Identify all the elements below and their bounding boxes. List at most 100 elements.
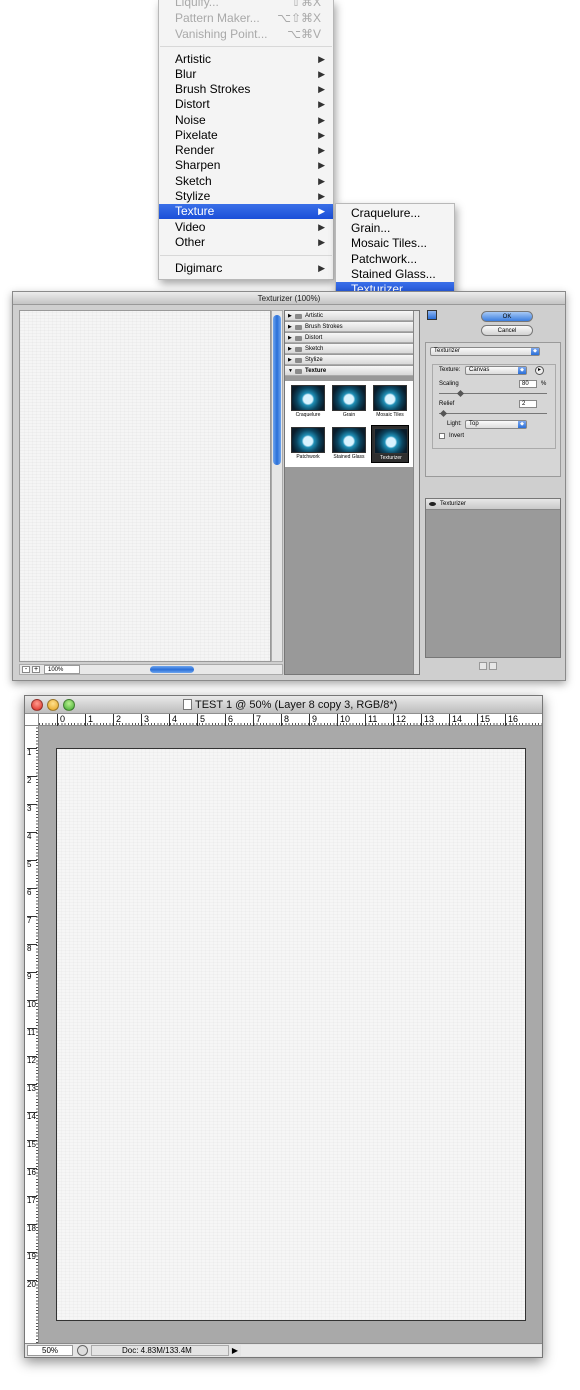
texture-menu-icon[interactable]: ▸ bbox=[535, 366, 544, 375]
cancel-button[interactable]: Cancel bbox=[481, 325, 533, 336]
thumb-grain[interactable]: Grain bbox=[330, 383, 368, 421]
thumb-craquelure[interactable]: Craquelure bbox=[289, 383, 327, 421]
menu-item-texture[interactable]: Texture ▶ bbox=[159, 204, 333, 219]
menu-item-other[interactable]: Other ▶ bbox=[159, 235, 333, 250]
category-brush-strokes[interactable]: ▶ Brush Strokes bbox=[285, 322, 413, 332]
expand-triangle-icon: ▶ bbox=[288, 335, 292, 341]
menu-item-distort[interactable]: Distort ▶ bbox=[159, 97, 333, 112]
texture-label: Texture: bbox=[439, 367, 461, 373]
chevron-down-icon: ◆ bbox=[518, 367, 526, 374]
relief-slider-track[interactable] bbox=[439, 413, 547, 414]
vertical-ruler[interactable]: 1 2 3 4 5 6 7 8 9 10 11 12 13 14 15 16 1… bbox=[25, 726, 39, 1343]
zoom-window-button[interactable] bbox=[63, 699, 75, 711]
ruler-label: 1 bbox=[85, 714, 93, 726]
scroll-thumb[interactable] bbox=[273, 315, 281, 465]
menu-item-artistic[interactable]: Artistic ▶ bbox=[159, 52, 333, 67]
menu-item-sketch[interactable]: Sketch ▶ bbox=[159, 174, 333, 189]
zoom-level-field[interactable]: 50% bbox=[27, 1345, 73, 1356]
document-window: TEST 1 @ 50% (Layer 8 copy 3, RGB/8*) 0 … bbox=[24, 695, 543, 1358]
minimize-window-button[interactable] bbox=[47, 699, 59, 711]
menu-item-brush-strokes[interactable]: Brush Strokes ▶ bbox=[159, 82, 333, 97]
scaling-slider-knob[interactable] bbox=[456, 389, 465, 398]
preview-zoom-field[interactable]: 100% bbox=[44, 665, 80, 674]
thumb-mosaic-tiles[interactable]: Mosaic Tiles bbox=[371, 383, 409, 421]
close-window-button[interactable] bbox=[31, 699, 43, 711]
scaling-slider-track[interactable] bbox=[439, 393, 547, 394]
collapse-gallery-button[interactable] bbox=[427, 310, 437, 320]
menu-item-label: Digimarc bbox=[175, 261, 223, 275]
menu-separator bbox=[160, 46, 332, 47]
category-texture[interactable]: ▼ Texture bbox=[285, 366, 413, 376]
category-sketch[interactable]: ▶ Sketch bbox=[285, 344, 413, 354]
effect-layers-list: Texturizer bbox=[425, 498, 561, 658]
preview-vertical-scrollbar[interactable] bbox=[271, 310, 283, 662]
submenu-item-grain[interactable]: Grain... bbox=[336, 221, 454, 236]
ruler-label: 14 bbox=[27, 1112, 37, 1121]
ruler-label: 12 bbox=[27, 1056, 37, 1065]
status-menu-arrow-icon[interactable]: ▶ bbox=[230, 1345, 240, 1356]
folder-icon bbox=[295, 336, 302, 341]
texture-select[interactable]: Canvas ◆ bbox=[465, 366, 527, 375]
thumb-texturizer[interactable]: Texturizer bbox=[371, 425, 409, 463]
submenu-item-patchwork[interactable]: Patchwork... bbox=[336, 252, 454, 267]
thumb-patchwork[interactable]: Patchwork bbox=[289, 425, 327, 463]
category-distort[interactable]: ▶ Distort bbox=[285, 333, 413, 343]
status-info-icon[interactable] bbox=[77, 1345, 88, 1356]
menu-item-render[interactable]: Render ▶ bbox=[159, 143, 333, 158]
status-bar: 50% Doc: 4.83M/133.4M ▶ bbox=[25, 1343, 542, 1357]
menu-item-noise[interactable]: Noise ▶ bbox=[159, 113, 333, 128]
horizontal-ruler[interactable]: 0 1 2 3 4 5 6 7 8 9 10 11 12 13 14 15 16 bbox=[39, 714, 542, 726]
document-file-icon bbox=[183, 699, 192, 710]
relief-input[interactable]: 2 bbox=[519, 400, 537, 408]
category-stylize[interactable]: ▶ Stylize bbox=[285, 355, 413, 365]
preview-horizontal-scroll-thumb[interactable] bbox=[150, 666, 194, 673]
ruler-origin[interactable] bbox=[25, 714, 39, 726]
effect-layer-row[interactable]: Texturizer bbox=[426, 499, 560, 510]
zoom-in-button[interactable]: + bbox=[32, 666, 40, 673]
light-select[interactable]: Top ◆ bbox=[465, 420, 527, 429]
delete-effect-layer-button[interactable] bbox=[489, 662, 497, 670]
browser-scrollbar[interactable] bbox=[413, 311, 419, 674]
menu-item-stylize[interactable]: Stylize ▶ bbox=[159, 189, 333, 204]
ruler-label: 10 bbox=[337, 714, 350, 726]
submenu-item-stained-glass[interactable]: Stained Glass... bbox=[336, 267, 454, 282]
document-horizontal-scrollbar[interactable] bbox=[241, 1345, 541, 1356]
thumbnail-label: Grain bbox=[342, 412, 356, 418]
thumbnail-label: Mosaic Tiles bbox=[376, 412, 404, 418]
menu-shortcut: ⌥⇧⌘X bbox=[277, 11, 321, 25]
light-select-value: Top bbox=[469, 421, 479, 427]
menu-item-label: Noise bbox=[175, 113, 206, 127]
submenu-item-mosaic-tiles[interactable]: Mosaic Tiles... bbox=[336, 236, 454, 251]
ok-button[interactable]: OK bbox=[481, 311, 533, 322]
document-title-bar[interactable]: TEST 1 @ 50% (Layer 8 copy 3, RGB/8*) bbox=[25, 696, 542, 714]
invert-checkbox[interactable] bbox=[439, 433, 445, 439]
expand-triangle-icon: ▶ bbox=[288, 357, 292, 363]
menu-item-blur[interactable]: Blur ▶ bbox=[159, 67, 333, 82]
thumb-stained-glass[interactable]: Stained Glass bbox=[330, 425, 368, 463]
document-canvas[interactable] bbox=[56, 748, 526, 1321]
filter-preview[interactable] bbox=[19, 310, 271, 662]
filter-select[interactable]: Texturizer ◆ bbox=[430, 347, 540, 356]
submenu-arrow-icon: ▶ bbox=[318, 263, 325, 273]
menu-shortcut: ⌥⌘V bbox=[287, 27, 321, 41]
submenu-item-craquelure[interactable]: Craquelure... bbox=[336, 206, 454, 221]
category-label: Artistic bbox=[305, 313, 323, 319]
category-label: Stylize bbox=[305, 357, 323, 363]
category-label: Texture bbox=[305, 368, 327, 374]
texturizer-dialog: Texturizer (100%) - + 100% ▶ Artistic ▶ Br… bbox=[12, 291, 566, 681]
zoom-out-button[interactable]: - bbox=[22, 666, 30, 673]
menu-item-video[interactable]: Video ▶ bbox=[159, 220, 333, 235]
menu-item-sharpen[interactable]: Sharpen ▶ bbox=[159, 158, 333, 173]
ruler-label: 7 bbox=[253, 714, 261, 726]
new-effect-layer-button[interactable] bbox=[479, 662, 487, 670]
folder-open-icon bbox=[295, 369, 302, 374]
scaling-input[interactable]: 80 bbox=[519, 380, 537, 388]
menu-item-pixelate[interactable]: Pixelate ▶ bbox=[159, 128, 333, 143]
category-artistic[interactable]: ▶ Artistic bbox=[285, 311, 413, 321]
relief-slider-knob[interactable] bbox=[439, 409, 448, 418]
menu-item-digimarc[interactable]: Digimarc ▶ bbox=[159, 261, 333, 276]
submenu-arrow-icon: ▶ bbox=[318, 69, 325, 79]
menu-item-label: Other bbox=[175, 235, 206, 249]
eye-icon[interactable] bbox=[429, 502, 436, 506]
document-size-info: Doc: 4.83M/133.4M bbox=[91, 1345, 229, 1356]
